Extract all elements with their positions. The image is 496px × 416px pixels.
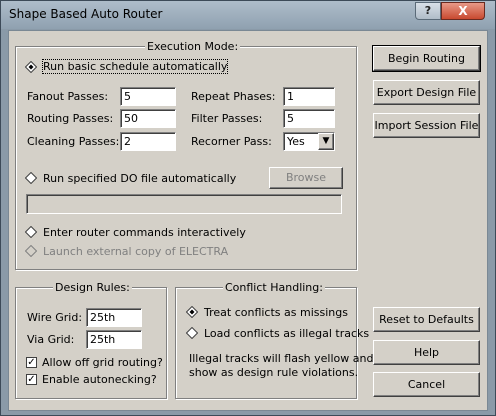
recorner-select[interactable]: Yes ▼: [283, 132, 335, 151]
title-bar[interactable]: Shape Based Auto Router ? X: [1, 1, 495, 29]
launch-label[interactable]: Launch external copy of ELECTRA: [43, 245, 228, 258]
conflict-note-line1: Illegal tracks will flash yellow and: [189, 352, 374, 365]
help-button[interactable]: Help: [373, 340, 480, 365]
routing-input[interactable]: 50: [120, 109, 176, 128]
run-do-radio-icon[interactable]: [25, 172, 37, 184]
treat-conflicts-label[interactable]: Treat conflicts as missings: [204, 306, 348, 319]
help-title-button[interactable]: ?: [415, 2, 441, 20]
routing-label: Routing Passes:: [27, 112, 114, 125]
load-conflicts-label[interactable]: Load conflicts as illegal tracks: [204, 327, 369, 340]
window-title: Shape Based Auto Router: [9, 7, 163, 21]
run-basic-radio-selected-icon[interactable]: [25, 61, 37, 73]
cleaning-label: Cleaning Passes:: [27, 135, 120, 148]
run-do-label[interactable]: Run specified DO file automatically: [43, 172, 236, 185]
load-conflicts-radio-icon[interactable]: [186, 327, 198, 339]
dialog-client: Execution Mode: Run basic schedule autom…: [8, 30, 488, 411]
chevron-down-icon[interactable]: ▼: [318, 133, 334, 150]
via-grid-label: Via Grid:: [27, 333, 75, 346]
recorner-label: Recorner Pass:: [191, 135, 272, 148]
wire-grid-label: Wire Grid:: [27, 311, 83, 324]
via-grid-input[interactable]: 25th: [86, 330, 142, 349]
run-basic-label[interactable]: Run basic schedule automatically: [41, 59, 229, 74]
treat-conflicts-radio-selected-icon[interactable]: [186, 306, 198, 318]
export-design-file-button[interactable]: Export Design File: [373, 80, 480, 105]
autonecking-label[interactable]: Enable autonecking?: [42, 373, 157, 386]
cleaning-input[interactable]: 2: [120, 132, 176, 151]
design-rules-legend: Design Rules:: [53, 281, 132, 294]
filter-input[interactable]: 5: [283, 109, 335, 128]
filter-label: Filter Passes:: [191, 112, 263, 125]
interactive-label[interactable]: Enter router commands interactively: [43, 226, 246, 239]
browse-button[interactable]: Browse: [269, 167, 343, 189]
fanout-label: Fanout Passes:: [27, 90, 109, 103]
conflict-handling-legend: Conflict Handling:: [223, 281, 325, 294]
begin-routing-button[interactable]: Begin Routing: [372, 45, 481, 72]
fanout-input[interactable]: 5: [120, 87, 176, 106]
close-button[interactable]: X: [441, 2, 485, 20]
interactive-radio-icon[interactable]: [25, 226, 37, 238]
allow-off-grid-label[interactable]: Allow off grid routing?: [42, 356, 163, 369]
execution-mode-legend: Execution Mode:: [145, 40, 241, 53]
conflict-handling-group: [175, 287, 357, 399]
repeat-input[interactable]: 1: [283, 87, 335, 106]
cancel-button[interactable]: Cancel: [373, 372, 480, 397]
reset-defaults-button[interactable]: Reset to Defaults: [373, 307, 480, 332]
dialog-window: Shape Based Auto Router ? X Execution Mo…: [0, 0, 496, 416]
recorner-select-value: Yes: [287, 135, 305, 148]
autonecking-checkbox[interactable]: ✓: [26, 374, 37, 385]
allow-off-grid-checkbox[interactable]: ✓: [26, 357, 37, 368]
conflict-note-line2: show as design rule violations.: [189, 366, 359, 379]
launch-radio-icon[interactable]: [25, 245, 37, 257]
repeat-label: Repeat Phases:: [191, 90, 276, 103]
import-session-file-button[interactable]: Import Session File: [373, 113, 480, 138]
wire-grid-input[interactable]: 25th: [86, 308, 142, 327]
do-file-input[interactable]: [26, 194, 342, 214]
